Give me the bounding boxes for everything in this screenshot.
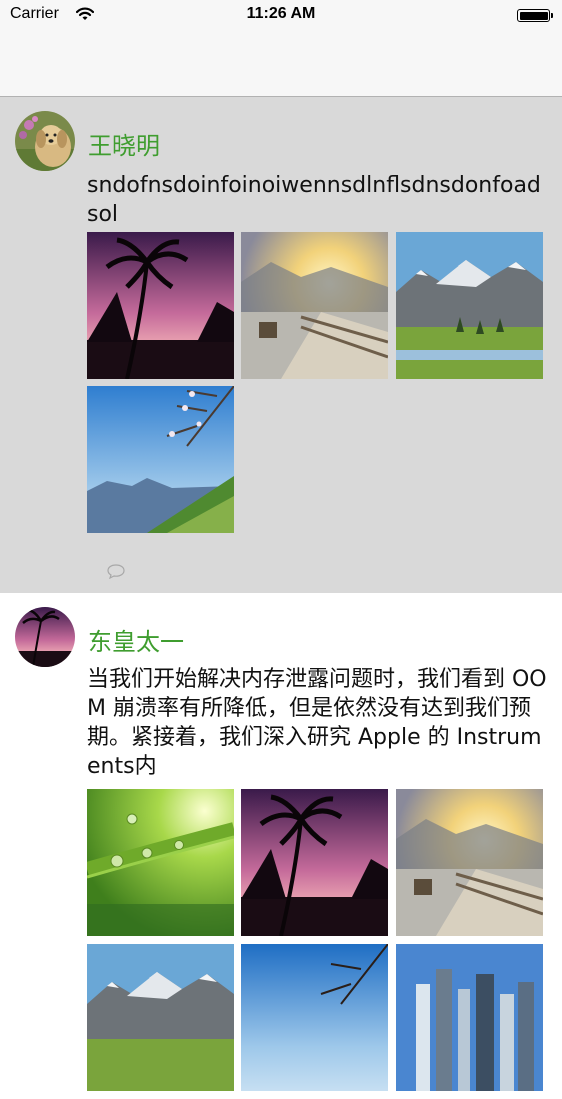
comment-icon[interactable] xyxy=(106,563,126,580)
feed-post[interactable]: 王晓明 sndofnsdoinfoinoiwennsdlnflsdnsdonfo… xyxy=(0,97,562,593)
image-grid xyxy=(87,232,543,533)
photo-thumbnail[interactable] xyxy=(87,386,234,533)
feed-post[interactable]: 东皇太一 当我们开始解决内存泄露问题时，我们看到 OOM 崩溃率有所降低，但是依… xyxy=(0,593,562,1091)
battery-icon xyxy=(517,9,553,22)
status-time: 11:26 AM xyxy=(246,5,316,22)
photo-thumbnail[interactable] xyxy=(396,944,543,1091)
avatar[interactable] xyxy=(15,111,75,171)
avatar[interactable] xyxy=(15,607,75,667)
photo-thumbnail[interactable] xyxy=(241,789,388,936)
status-bar: Carrier 11:26 AM xyxy=(0,0,562,30)
photo-thumbnail[interactable] xyxy=(396,789,543,936)
photo-thumbnail[interactable] xyxy=(87,944,234,1091)
photo-thumbnail[interactable] xyxy=(241,232,388,379)
navigation-bar xyxy=(0,30,562,97)
photo-thumbnail[interactable] xyxy=(87,232,234,379)
feed-list[interactable]: 王晓明 sndofnsdoinfoinoiwennsdlnflsdnsdonfo… xyxy=(0,97,562,1091)
post-author-name[interactable]: 东皇太一 xyxy=(88,622,184,657)
post-author-name[interactable]: 王晓明 xyxy=(88,126,160,161)
photo-thumbnail[interactable] xyxy=(396,232,543,379)
image-grid xyxy=(87,789,543,1099)
photo-thumbnail[interactable] xyxy=(241,944,388,1091)
post-content: 当我们开始解决内存泄露问题时，我们看到 OOM 崩溃率有所降低，但是依然没有达到… xyxy=(87,667,547,779)
photo-thumbnail[interactable] xyxy=(87,789,234,936)
post-content: sndofnsdoinfoinoiwennsdlnflsdnsdonfoadso… xyxy=(87,173,541,227)
